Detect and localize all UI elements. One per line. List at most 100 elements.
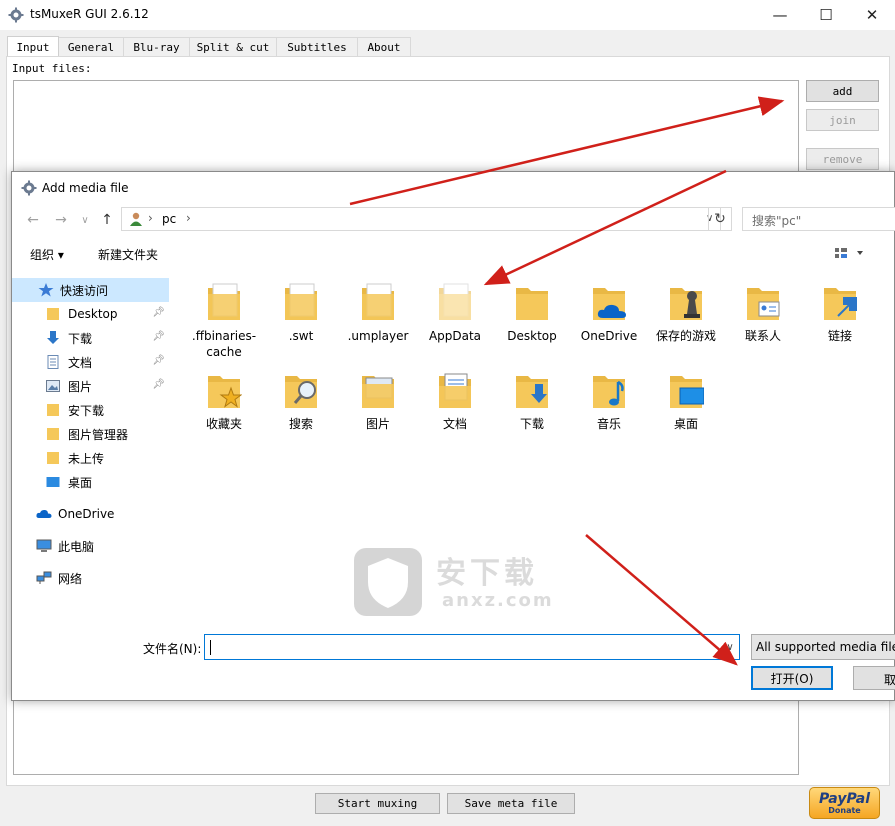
desktop-folder-icon — [668, 370, 705, 410]
file-type-filter-select[interactable]: All supported media files — [751, 634, 895, 660]
view-options-icon[interactable] — [834, 245, 864, 264]
nav-onedrive[interactable]: OneDrive — [12, 502, 169, 526]
add-media-file-dialog: Add media file ← → ∨ ↑ › pc › ∨ ↻ 搜索"pc"… — [11, 171, 895, 701]
folder-icon — [46, 307, 62, 321]
minimize-button[interactable]: — — [757, 0, 803, 30]
file-name: .swt — [288, 329, 314, 343]
folder-icon — [46, 451, 62, 465]
nav-documents[interactable]: 文档 📌︎ — [12, 350, 169, 374]
nav-downloads[interactable]: 下载 📌︎ — [12, 326, 169, 350]
open-button[interactable]: 打开(O) — [751, 666, 833, 690]
nav-desktop-cn[interactable]: 桌面 — [12, 470, 169, 494]
file-name: OneDrive — [580, 329, 638, 343]
nav-item-label: 图片管理器 — [68, 427, 129, 442]
onedrive-folder-icon — [591, 282, 627, 322]
filename-input[interactable] — [204, 634, 740, 660]
close-button[interactable]: ✕ — [849, 0, 895, 30]
cloud-icon — [36, 507, 52, 521]
file-item-swt[interactable]: .swt — [263, 276, 339, 356]
watermark-shield-icon — [354, 548, 422, 616]
pin-icon: 📌︎ — [152, 307, 165, 318]
tab-subtitles[interactable]: Subtitles — [276, 37, 358, 57]
nav-picture-manager[interactable]: 图片管理器 — [12, 422, 169, 446]
file-name: 文档 — [442, 417, 467, 431]
cancel-button-label: 取消 — [884, 673, 895, 687]
tab-about[interactable]: About — [357, 37, 411, 57]
nav-not-uploaded[interactable]: 未上传 — [12, 446, 169, 470]
forward-arrow-icon[interactable]: → — [52, 211, 70, 229]
file-item-appdata[interactable]: AppData — [417, 276, 493, 356]
file-item-pictures[interactable]: 图片 — [340, 364, 416, 444]
file-item-favorites[interactable]: 收藏夹 — [186, 364, 262, 444]
up-arrow-icon[interactable]: ↑ — [98, 211, 116, 229]
refresh-icon[interactable]: ↻ — [708, 207, 732, 231]
cancel-button[interactable]: 取消 — [853, 666, 895, 690]
tab-blu-ray[interactable]: Blu-ray — [123, 37, 190, 57]
watermark: 安下载 anxz.com — [350, 540, 580, 630]
links-folder-icon — [822, 282, 858, 322]
window-title: tsMuxeR GUI 2.6.12 — [30, 7, 149, 21]
file-item-contacts[interactable]: 联系人 — [725, 276, 801, 356]
nav-item-label: OneDrive — [58, 507, 115, 521]
file-item-music[interactable]: 音乐 — [571, 364, 647, 444]
file-item-links[interactable]: 链接 — [802, 276, 878, 356]
user-folder-icon — [128, 211, 144, 230]
tab-split-cut[interactable]: Split & cut — [189, 37, 277, 57]
file-item-desktop[interactable]: Desktop — [494, 276, 570, 356]
search-folder-icon — [283, 370, 319, 410]
start-muxing-button[interactable]: Start muxing — [315, 793, 440, 814]
folder-with-pages-icon — [283, 282, 319, 322]
file-item-desktop-cn[interactable]: 桌面 — [648, 364, 724, 444]
nav-item-label: 快速访问 — [60, 283, 109, 298]
file-name: 保存的游戏 — [655, 329, 716, 343]
add-button[interactable]: add — [806, 80, 879, 102]
input-files-label: Input files: — [12, 62, 92, 75]
search-input[interactable]: 搜索"pc" — [742, 207, 895, 231]
file-item-documents[interactable]: 文档 — [417, 364, 493, 444]
watermark-domain: anxz.com — [442, 590, 554, 611]
navigation-pane: 快速访问 Desktop 📌︎ 下载 📌︎ 文档 📌︎ 图片 📌︎ 安下载 图片… — [12, 270, 177, 622]
file-name: 收藏夹 — [205, 417, 242, 431]
paypal-donate-label: Donate — [828, 805, 861, 815]
file-name: 链接 — [827, 329, 852, 343]
nav-network[interactable]: 网络 — [12, 566, 169, 590]
nav-this-pc[interactable]: 此电脑 — [12, 534, 169, 558]
file-item-onedrive[interactable]: OneDrive — [571, 276, 647, 356]
file-item-searches[interactable]: 搜索 — [263, 364, 339, 444]
folder-with-pages-icon — [206, 282, 242, 322]
folder-with-pages-icon — [360, 282, 396, 322]
nav-quick-access[interactable]: 快速访问 — [12, 278, 169, 302]
join-button[interactable]: join — [806, 109, 879, 131]
file-item-saved-games[interactable]: 保存的游戏 — [648, 276, 724, 356]
file-name: 桌面 — [673, 417, 698, 431]
new-folder-button[interactable]: 新建文件夹 — [98, 246, 158, 263]
tab-input[interactable]: Input — [7, 36, 59, 57]
remove-button[interactable]: remove — [806, 148, 879, 170]
file-item-downloads[interactable]: 下载 — [494, 364, 570, 444]
nav-desktop[interactable]: Desktop 📌︎ — [12, 302, 169, 326]
star-icon — [38, 283, 54, 297]
maximize-button[interactable]: ☐ — [803, 0, 849, 30]
folder-icon — [514, 282, 550, 322]
organize-menu[interactable]: 组织 ▾ — [30, 246, 64, 263]
file-item-ffbinaries-cache[interactable]: .ffbinaries-cache — [186, 276, 262, 359]
nav-anxiazai[interactable]: 安下载 — [12, 398, 169, 422]
file-item-umplayer[interactable]: .umplayer — [340, 276, 416, 356]
paypal-donate-button[interactable]: PayPal Donate — [809, 787, 880, 819]
filename-dropdown-icon[interactable]: ∨ — [720, 634, 740, 660]
nav-pictures[interactable]: 图片 📌︎ — [12, 374, 169, 398]
pin-icon: 📌︎ — [152, 355, 165, 366]
file-name: 联系人 — [744, 329, 781, 343]
tab-general[interactable]: General — [58, 37, 124, 57]
recent-locations-icon[interactable]: ∨ — [76, 211, 94, 229]
back-arrow-icon[interactable]: ← — [24, 211, 42, 229]
save-meta-file-button[interactable]: Save meta file — [447, 793, 575, 814]
desktop-icon — [46, 475, 62, 489]
nav-item-label: 图片 — [68, 379, 93, 394]
breadcrumb-pc[interactable]: pc — [162, 212, 176, 226]
breadcrumb-chevron-icon: › — [186, 211, 191, 225]
address-bar[interactable]: › pc › ∨ — [121, 207, 721, 231]
downloads-folder-icon — [514, 370, 550, 410]
favorites-folder-icon — [206, 370, 243, 410]
nav-item-label: Desktop — [68, 307, 118, 321]
